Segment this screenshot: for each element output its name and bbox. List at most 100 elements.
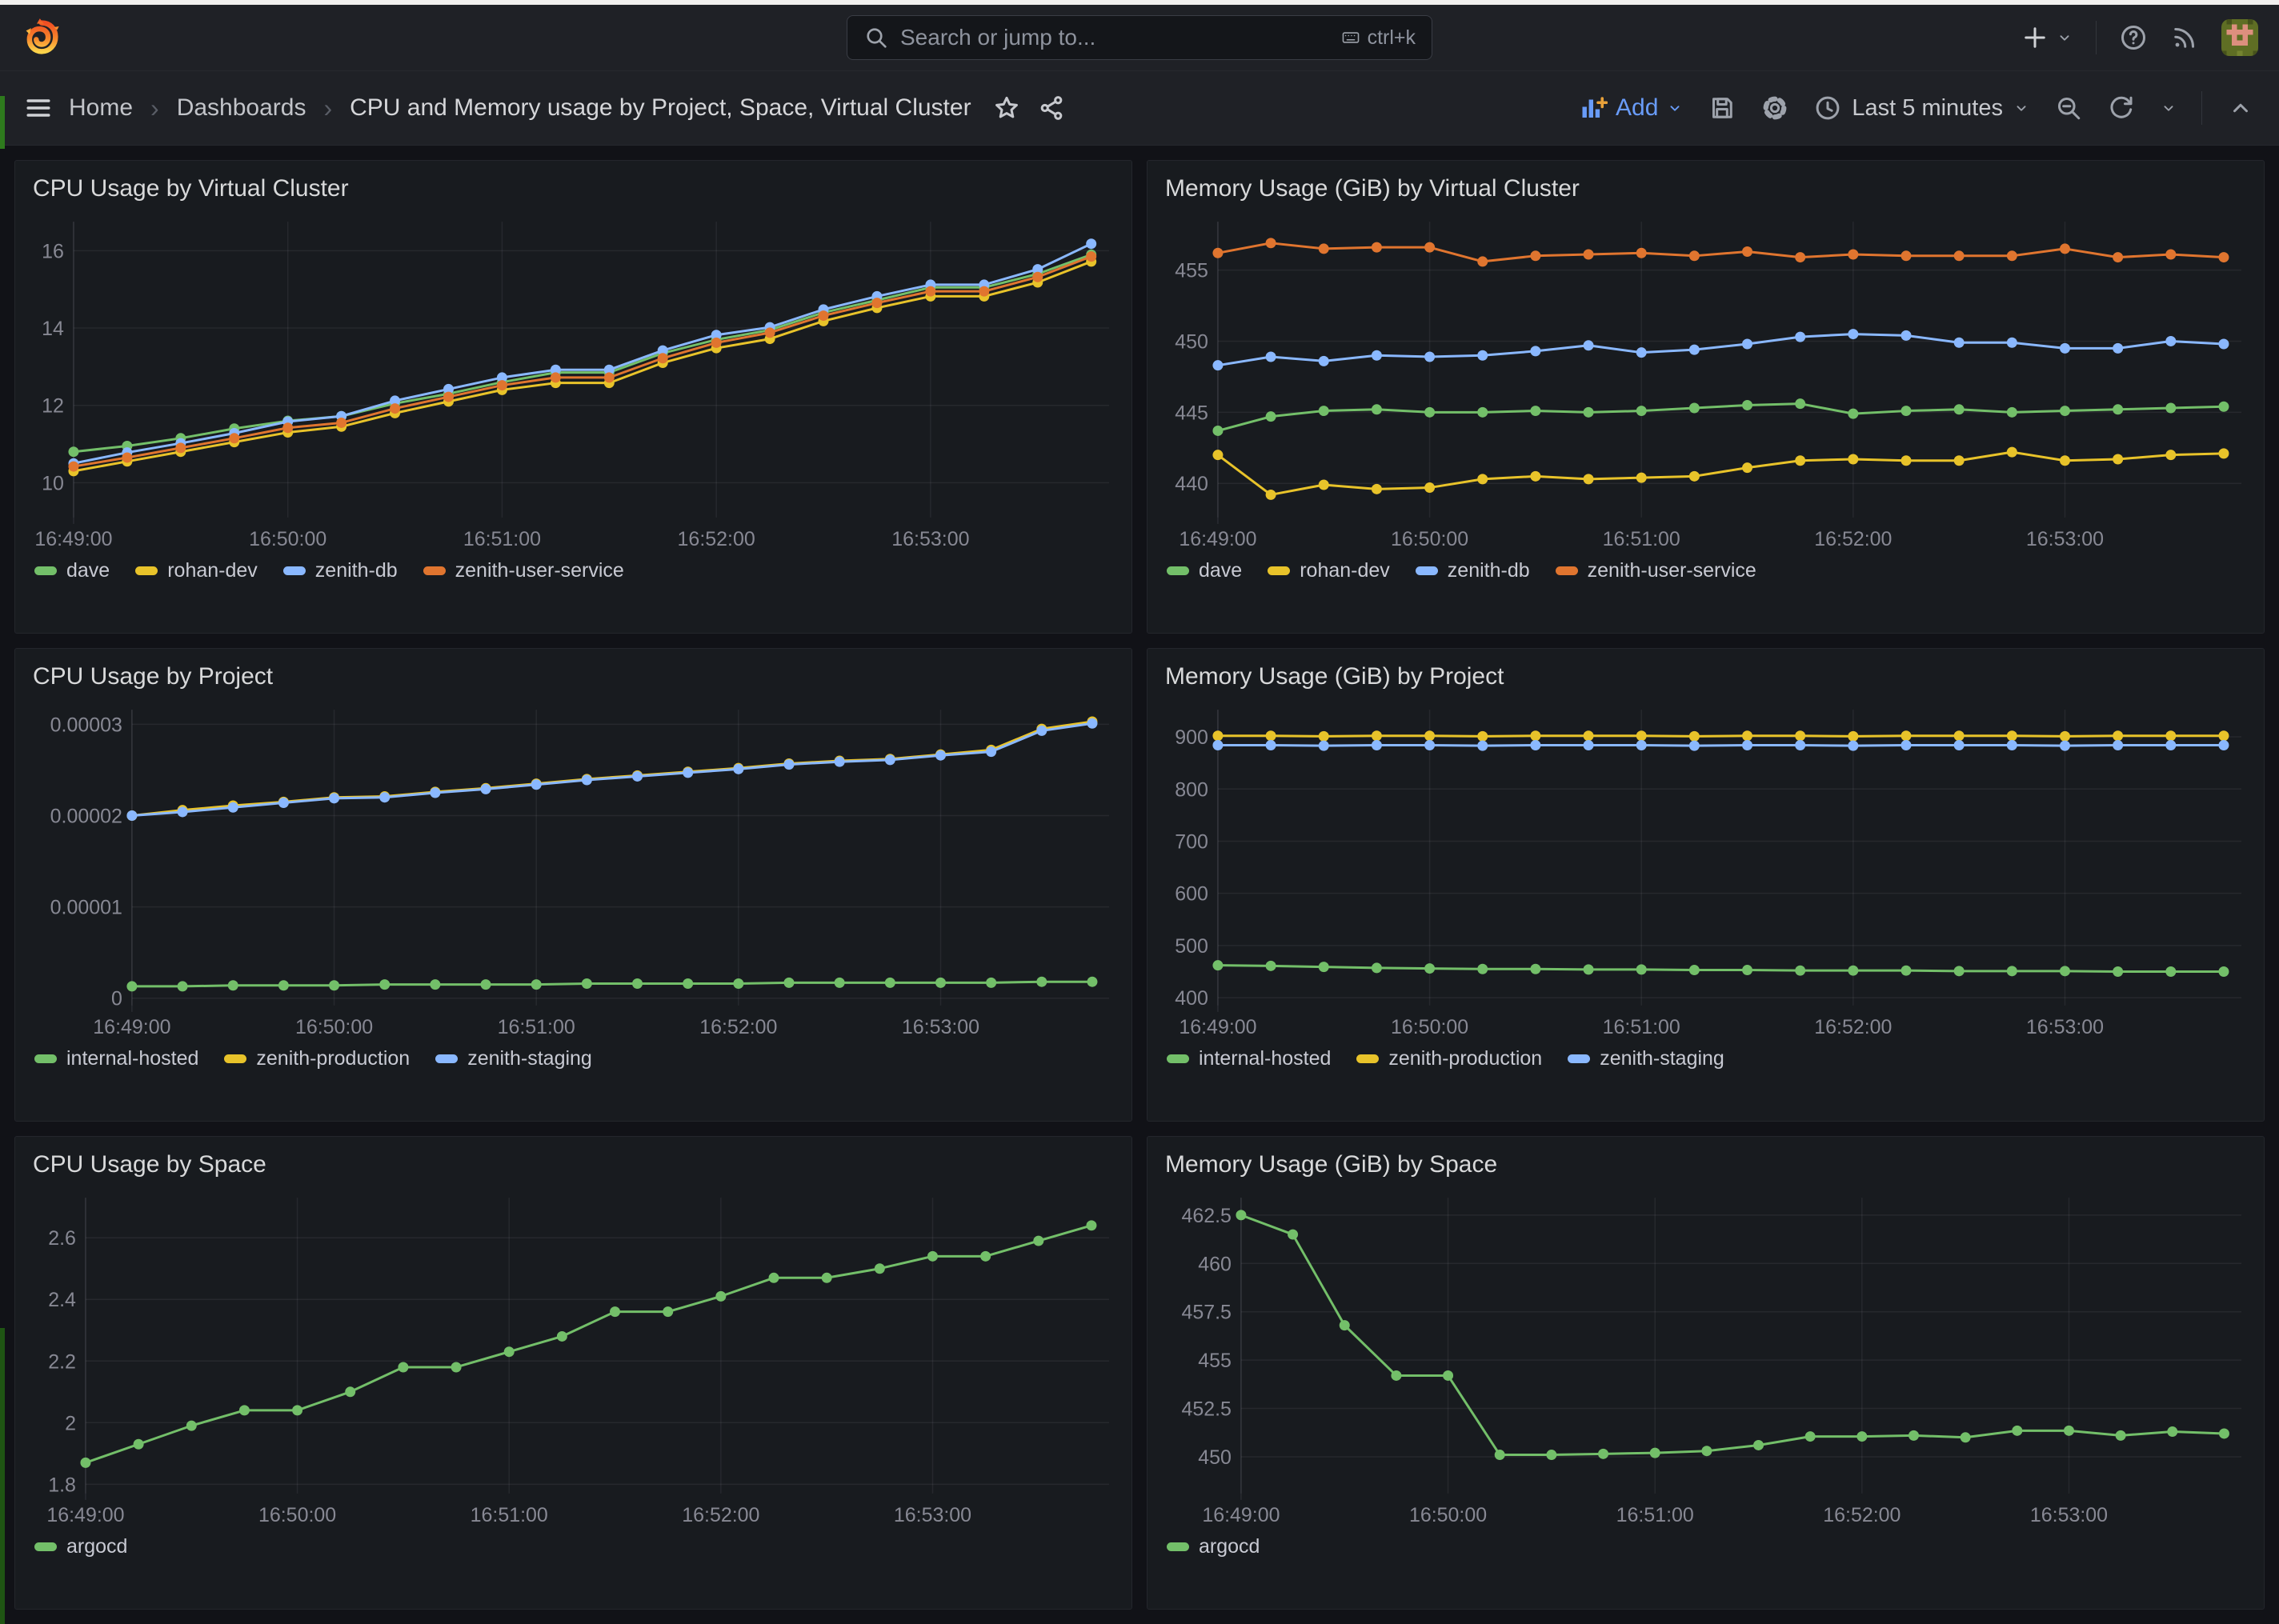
desktop-edge-sliver [0,96,5,149]
chevron-separator: › [150,94,159,123]
svg-text:16:49:00: 16:49:00 [1179,528,1256,550]
panel-title[interactable]: CPU Usage by Virtual Cluster [33,175,1119,202]
legend-item-zenith-staging[interactable]: zenith-staging [1568,1047,1724,1070]
legend-label: dave [66,559,110,582]
search-icon [863,25,889,50]
chevron-separator: › [323,94,332,123]
news-button[interactable] [2170,23,2199,52]
legend-color-chip [423,566,446,575]
legend-item-rohan-dev[interactable]: rohan-dev [135,559,258,582]
svg-text:0.00002: 0.00002 [50,806,122,828]
legend-label: internal-hosted [1199,1047,1331,1070]
user-avatar[interactable] [2221,19,2258,56]
search-input[interactable]: Search or jump to... ctrl+k [847,15,1432,60]
svg-text:455: 455 [1175,260,1208,282]
svg-text:2.4: 2.4 [48,1289,76,1311]
panel-chart[interactable]: 1012141616:49:0016:50:0016:51:0016:52:00… [28,210,1119,553]
legend-item-zenith-production[interactable]: zenith-production [224,1047,410,1070]
legend-label: zenith-production [1388,1047,1542,1070]
legend-color-chip [435,1054,458,1063]
svg-text:2.2: 2.2 [48,1350,76,1373]
svg-text:450: 450 [1198,1446,1232,1469]
share-icon [1037,94,1066,122]
favorite-button[interactable] [992,94,1021,122]
svg-text:16:52:00: 16:52:00 [682,1504,759,1526]
new-menu-button[interactable] [2021,23,2073,52]
panel-title[interactable]: CPU Usage by Space [33,1151,1119,1178]
panel-cpu-usage-by-virtual-cluster: CPU Usage by Virtual Cluster 1012141616:… [14,160,1132,634]
dashboard-grid: CPU Usage by Virtual Cluster 1012141616:… [0,146,2279,1624]
legend-item-zenith-production[interactable]: zenith-production [1356,1047,1542,1070]
svg-text:16:53:00: 16:53:00 [2026,1016,2104,1038]
svg-text:16:51:00: 16:51:00 [498,1016,575,1038]
panel-chart[interactable]: 00.000010.000020.0000316:49:0016:50:0016… [28,698,1119,1041]
panel-title[interactable]: Memory Usage (GiB) by Space [1165,1151,2251,1178]
legend-item-internal-hosted[interactable]: internal-hosted [34,1047,198,1070]
svg-text:2.6: 2.6 [48,1227,76,1250]
panel-chart[interactable]: 1.822.22.42.616:49:0016:50:0016:51:0016:… [28,1186,1119,1529]
svg-text:16:53:00: 16:53:00 [894,1504,971,1526]
save-dashboard-button[interactable] [1708,94,1736,122]
refresh-icon [2107,94,2136,122]
legend-color-chip [1556,566,1578,575]
menu-button[interactable] [24,94,53,122]
dashboard-settings-button[interactable] [1760,94,1789,122]
svg-text:0: 0 [111,988,122,1010]
svg-text:16:50:00: 16:50:00 [249,528,326,550]
panel-title[interactable]: Memory Usage (GiB) by Virtual Cluster [1165,175,2251,202]
collapse-topbar-button[interactable] [2226,94,2255,122]
refresh-interval-button[interactable] [2160,99,2177,117]
svg-text:16:52:00: 16:52:00 [1823,1504,1901,1526]
svg-text:16:53:00: 16:53:00 [2026,528,2104,550]
dashboard-toolbar: Home › Dashboards › CPU and Memory usage… [0,71,2279,146]
legend-label: rohan-dev [167,559,258,582]
legend-item-zenith-user-service[interactable]: zenith-user-service [423,559,624,582]
panel-chart[interactable]: 450452.5455457.5460462.516:49:0016:50:00… [1160,1186,2251,1529]
legend-label: zenith-staging [467,1047,592,1070]
svg-text:16:49:00: 16:49:00 [1179,1016,1256,1038]
legend-item-zenith-staging[interactable]: zenith-staging [435,1047,592,1070]
svg-text:700: 700 [1175,830,1208,853]
svg-text:16:53:00: 16:53:00 [902,1016,979,1038]
panel-legend: dave rohan-dev zenith-db zenith-user-servic… [1167,559,2251,582]
panel-chart[interactable]: 44044545045516:49:0016:50:0016:51:0016:5… [1160,210,2251,553]
legend-color-chip [1416,566,1438,575]
desktop-edge-sliver [0,1328,5,1624]
grafana-logo[interactable] [21,17,62,58]
legend-item-dave[interactable]: dave [34,559,110,582]
panel-chart[interactable]: 40050060070080090016:49:0016:50:0016:51:… [1160,698,2251,1041]
breadcrumb-dashboards[interactable]: Dashboards [177,94,306,122]
refresh-button[interactable] [2107,94,2136,122]
share-button[interactable] [1037,94,1066,122]
svg-text:16:49:00: 16:49:00 [34,528,112,550]
legend-label: zenith-db [315,559,398,582]
breadcrumb-home[interactable]: Home [69,94,133,122]
legend-item-argocd[interactable]: argocd [34,1535,127,1558]
time-range-picker[interactable]: Last 5 minutes [1813,94,2030,122]
legend-label: dave [1199,559,1242,582]
legend-item-argocd[interactable]: argocd [1167,1535,1260,1558]
legend-item-zenith-db[interactable]: zenith-db [1416,559,1530,582]
chevron-down-icon [2160,99,2177,117]
question-circle-icon [2119,23,2148,52]
legend-item-dave[interactable]: dave [1167,559,1242,582]
rss-icon [2170,23,2199,52]
svg-text:16:51:00: 16:51:00 [1616,1504,1694,1526]
keyboard-shortcut-hint: ctrl+k [1342,26,1416,50]
legend-item-zenith-user-service[interactable]: zenith-user-service [1556,559,1756,582]
help-button[interactable] [2119,23,2148,52]
legend-item-zenith-db[interactable]: zenith-db [283,559,398,582]
panel-title[interactable]: Memory Usage (GiB) by Project [1165,663,2251,690]
divider [2201,91,2202,125]
panel-legend: internal-hosted zenith-production zenith-s… [1167,1047,2251,1070]
svg-text:16:52:00: 16:52:00 [678,528,755,550]
svg-text:1.8: 1.8 [48,1474,76,1496]
add-panel-button[interactable]: Add [1579,94,1684,122]
panel-title[interactable]: CPU Usage by Project [33,663,1119,690]
chevron-down-icon [2056,29,2073,46]
svg-text:440: 440 [1175,473,1208,495]
legend-item-rohan-dev[interactable]: rohan-dev [1268,559,1390,582]
legend-item-internal-hosted[interactable]: internal-hosted [1167,1047,1331,1070]
zoom-out-button[interactable] [2054,94,2083,122]
svg-text:16:53:00: 16:53:00 [2030,1504,2108,1526]
